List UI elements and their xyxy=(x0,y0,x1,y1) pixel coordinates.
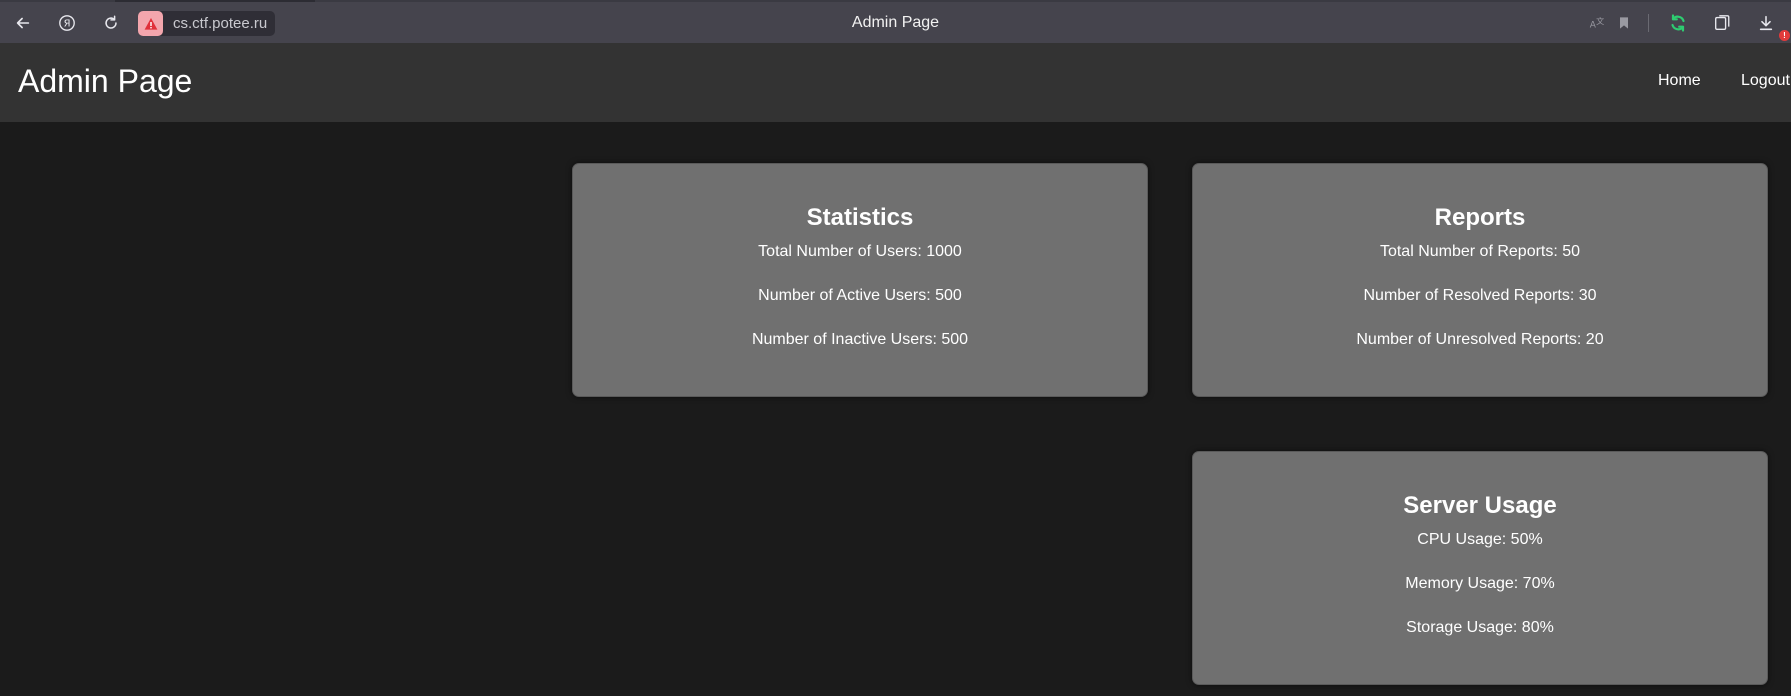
collections-icon[interactable] xyxy=(1712,13,1732,33)
download-alert-badge: ! xyxy=(1779,30,1790,41)
reports-card: Reports Total Number of Reports: 50 Numb… xyxy=(1192,163,1768,397)
card-title: Server Usage xyxy=(1403,492,1557,519)
browser-toolbar: Я cs.ctf.potee.ru Admin Page A 文 ! xyxy=(0,0,1791,43)
warning-triangle-icon xyxy=(144,17,157,30)
report-resolved: Number of Resolved Reports: 30 xyxy=(1363,287,1597,304)
usage-storage: Storage Usage: 80% xyxy=(1406,619,1554,636)
arrow-left-icon xyxy=(16,17,30,29)
svg-text:文: 文 xyxy=(1596,16,1604,26)
bookmark-icon[interactable] xyxy=(1614,13,1634,33)
server-usage-card: Server Usage CPU Usage: 50% Memory Usage… xyxy=(1192,451,1768,685)
report-total: Total Number of Reports: 50 xyxy=(1379,243,1581,260)
stat-inactive-users: Number of Inactive Users: 500 xyxy=(751,331,969,348)
tab-indicator xyxy=(115,0,315,2)
report-unresolved: Number of Unresolved Reports: 20 xyxy=(1356,331,1604,348)
yandex-icon: Я xyxy=(59,15,75,31)
toolbar-divider xyxy=(1648,14,1649,32)
nav-link-logout[interactable]: Logout xyxy=(1741,72,1790,90)
url-text[interactable]: cs.ctf.potee.ru xyxy=(173,15,267,32)
card-title: Statistics xyxy=(806,204,914,231)
nav-link-home[interactable]: Home xyxy=(1658,72,1701,90)
svg-text:Я: Я xyxy=(64,19,71,30)
yandex-button[interactable]: Я xyxy=(54,10,80,36)
site-header: Admin Page Home Logout xyxy=(0,43,1791,122)
sync-icon[interactable] xyxy=(1668,13,1688,33)
card-title: Reports xyxy=(1434,204,1526,231)
translate-icon[interactable]: A 文 xyxy=(1587,13,1607,33)
statistics-card: Statistics Total Number of Users: 1000 N… xyxy=(572,163,1148,397)
download-icon[interactable] xyxy=(1756,13,1776,33)
stat-total-users: Total Number of Users: 1000 xyxy=(758,243,962,260)
usage-memory: Memory Usage: 70% xyxy=(1405,575,1555,592)
stat-active-users: Number of Active Users: 500 xyxy=(758,287,962,304)
usage-cpu: CPU Usage: 50% xyxy=(1417,531,1543,548)
address-bar[interactable]: cs.ctf.potee.ru xyxy=(138,11,276,36)
reload-button[interactable] xyxy=(98,10,124,36)
back-button[interactable] xyxy=(10,10,36,36)
page-title: Admin Page xyxy=(18,63,193,99)
security-warning-button[interactable] xyxy=(138,11,163,36)
reload-icon xyxy=(105,15,117,29)
